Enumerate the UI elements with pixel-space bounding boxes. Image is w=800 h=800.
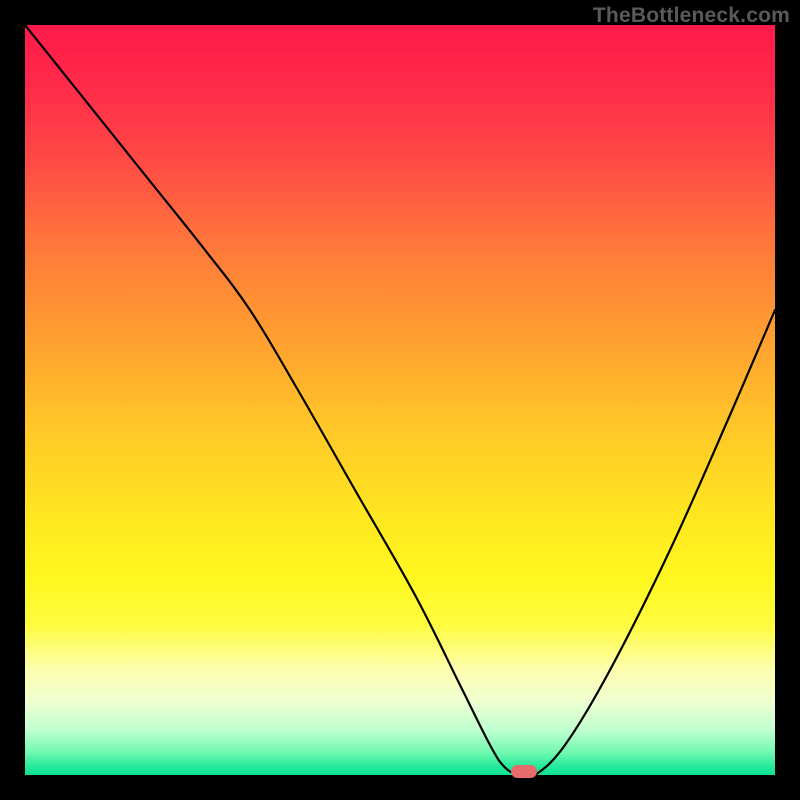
optimum-marker bbox=[511, 765, 537, 778]
plot-area bbox=[25, 25, 775, 775]
curve-svg bbox=[25, 25, 775, 775]
bottleneck-curve bbox=[25, 25, 775, 775]
chart-container: TheBottleneck.com bbox=[0, 0, 800, 800]
